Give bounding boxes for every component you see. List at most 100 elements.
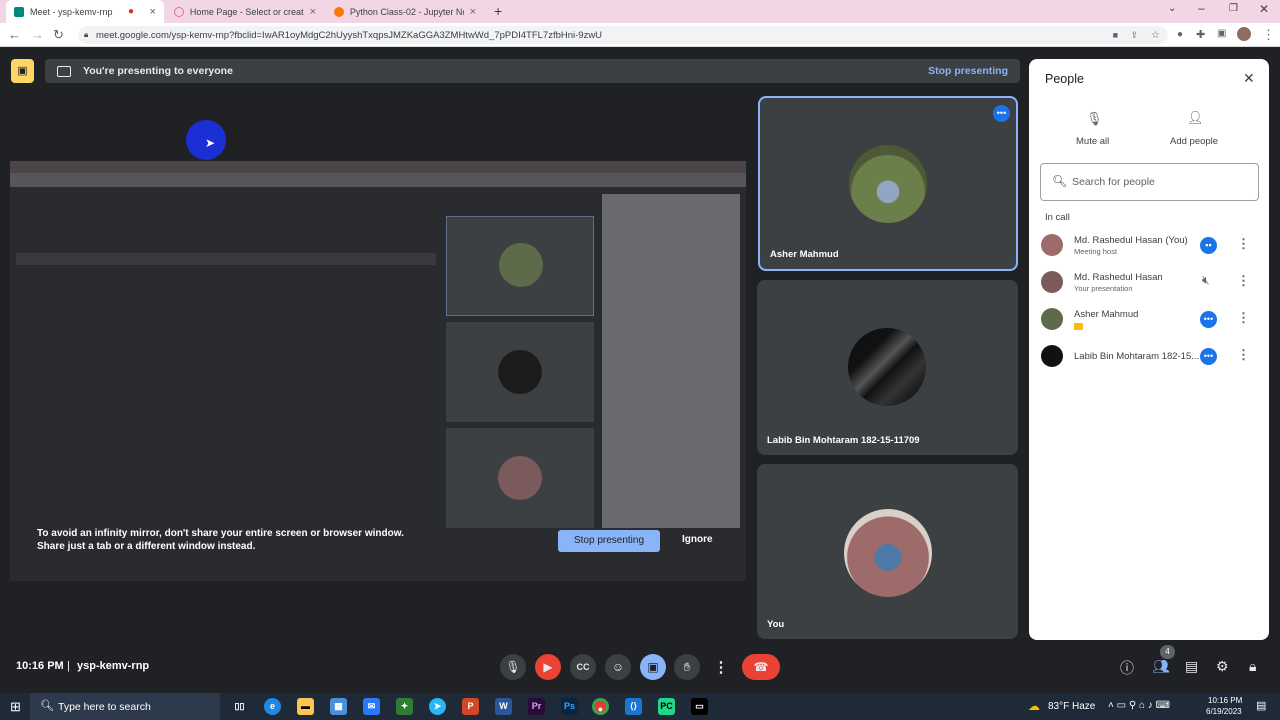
- more-options-button[interactable]: ⋮: [708, 654, 734, 680]
- notifications-icon[interactable]: ▤: [1256, 699, 1266, 712]
- participant-row[interactable]: Asher Mahmud ••• ⋮: [1041, 304, 1261, 338]
- tab-meet[interactable]: Meet - ysp-kemv-rnp ● ×: [6, 0, 164, 23]
- bookmark-star-icon[interactable]: ☆: [1151, 30, 1160, 41]
- minimize-icon[interactable]: –: [1198, 1, 1205, 15]
- chrome-icon[interactable]: ●: [592, 698, 609, 715]
- profile-avatar[interactable]: [1237, 27, 1251, 41]
- more-options-icon[interactable]: ⋮: [1237, 310, 1250, 326]
- clock-date[interactable]: 6/19/2023: [1206, 707, 1242, 716]
- new-tab-button[interactable]: +: [494, 3, 502, 19]
- host-controls-icon[interactable]: 🔒︎: [1249, 658, 1256, 675]
- close-tab-icon[interactable]: ×: [470, 6, 476, 18]
- more-options-icon[interactable]: ⋮: [1237, 236, 1250, 252]
- window-close-icon[interactable]: ✕: [1259, 2, 1269, 16]
- raise-hand-button[interactable]: ✋︎: [674, 654, 700, 680]
- search-icon: 🔍︎: [40, 700, 54, 712]
- tab-label: Meet - ysp-kemv-rnp: [30, 6, 113, 17]
- participant-tile-you[interactable]: You: [757, 464, 1018, 639]
- people-icon[interactable]: 👥︎: [1152, 658, 1170, 675]
- asher-avatar: [849, 145, 927, 223]
- chat-icon[interactable]: ▤: [1185, 658, 1198, 675]
- share-icon[interactable]: ⇪: [1130, 30, 1138, 41]
- telegram-icon[interactable]: ➤: [429, 698, 446, 715]
- word-icon[interactable]: W: [495, 698, 512, 715]
- microphone-icon: 🎙︎: [505, 660, 521, 674]
- activities-icon[interactable]: ⚙︎: [1216, 658, 1229, 675]
- participant-tile-asher[interactable]: ••• Asher Mahmud: [758, 96, 1018, 271]
- close-tab-icon[interactable]: ×: [310, 6, 316, 18]
- restore-icon[interactable]: ❐: [1229, 3, 1238, 14]
- close-tab-icon[interactable]: ×: [150, 6, 156, 18]
- browser-menu-icon[interactable]: ⋮: [1262, 27, 1275, 43]
- captions-button[interactable]: CC: [570, 654, 596, 680]
- terminal-icon[interactable]: ▭: [691, 698, 708, 715]
- tab-jupyter[interactable]: Python Class-02 - Jupyter Noteb ×: [326, 0, 484, 23]
- mouse-pointer-icon: ➤: [205, 136, 216, 150]
- participant-row[interactable]: Md. Rashedul Hasan Your presentation 🔇︎ …: [1041, 267, 1261, 301]
- tab-search-icon[interactable]: ⌄: [1168, 3, 1176, 14]
- taskbar-search-box[interactable]: 🔍︎ Type here to search: [30, 693, 220, 720]
- forward-icon[interactable]: →: [31, 27, 44, 42]
- stop-presenting-link[interactable]: Stop presenting: [928, 65, 1008, 77]
- mic-off-icon: 🔇︎: [1202, 273, 1210, 287]
- tab-home-page[interactable]: Home Page - Select or create a n ×: [166, 0, 324, 23]
- close-panel-icon[interactable]: ✕: [1243, 70, 1255, 87]
- vscode-icon[interactable]: ⟨⟩: [625, 698, 642, 715]
- puzzle-extensions-icon[interactable]: ✚: [1196, 28, 1205, 41]
- pycharm-icon[interactable]: PC: [658, 698, 675, 715]
- reactions-button[interactable]: ☺︎: [605, 654, 631, 680]
- participant-row[interactable]: Md. Rashedul Hasan (You) Meeting host ▪▪…: [1041, 230, 1261, 264]
- powerpoint-icon[interactable]: P: [462, 698, 479, 715]
- stop-presenting-button[interactable]: Stop presenting: [558, 530, 660, 552]
- url-field[interactable]: 🔒︎ meet.google.com/ysp-kemv-rnp?fbclid=I…: [78, 26, 1168, 44]
- more-actions-icon[interactable]: •••: [1200, 348, 1217, 365]
- task-view-icon[interactable]: ▯▯: [231, 698, 248, 715]
- mute-all-button[interactable]: Mute all: [1076, 136, 1109, 147]
- camera-off-button[interactable]: ▶︎: [535, 654, 561, 680]
- add-person-icon[interactable]: 👤︎: [1187, 110, 1204, 126]
- leave-call-button[interactable]: ☎︎: [742, 654, 780, 680]
- windows-start-icon[interactable]: ⊞: [10, 699, 21, 715]
- meeting-details-icon[interactable]: ⓘ: [1120, 658, 1134, 678]
- system-tray-icons[interactable]: ˄ ▭ ⚲ ⌂ ♪ ⌨: [1108, 700, 1170, 711]
- mute-all-icon[interactable]: 🎙︎: [1086, 111, 1103, 127]
- people-search-field[interactable]: 🔍︎ Search for people: [1040, 163, 1259, 201]
- presentation-indicator-icon[interactable]: ▣: [11, 59, 34, 83]
- participant-row[interactable]: Labib Bin Mohtaram 182-15... ••• ⋮: [1041, 341, 1261, 375]
- jupyter-favicon-icon: [334, 6, 344, 17]
- file-explorer-icon[interactable]: ▬: [297, 698, 314, 715]
- participant-avatar: [1041, 234, 1063, 256]
- mail-icon[interactable]: ✉︎: [363, 698, 380, 715]
- ignore-button[interactable]: Ignore: [682, 534, 713, 545]
- present-screen-icon: ▣: [647, 660, 659, 674]
- microphone-button[interactable]: 🎙︎: [500, 654, 526, 680]
- participant-tile-labib[interactable]: Labib Bin Mohtaram 182-15-11709: [757, 280, 1018, 455]
- more-actions-icon[interactable]: •••: [1200, 311, 1217, 328]
- people-panel: People ✕ 🎙︎ Mute all 👤︎ Add people 🔍︎ Se…: [1029, 59, 1269, 640]
- extension-icon[interactable]: ●: [1177, 29, 1183, 40]
- reload-icon[interactable]: ↻: [53, 27, 64, 43]
- camera-icon[interactable]: ■: [1113, 30, 1118, 40]
- photoshop-icon[interactable]: Ps: [561, 698, 578, 715]
- preview-bar: [16, 253, 436, 265]
- more-options-icon[interactable]: •••: [993, 105, 1010, 122]
- side-panel-icon[interactable]: ▣: [1217, 28, 1226, 39]
- back-icon[interactable]: ←: [8, 27, 21, 42]
- store-icon[interactable]: ▦: [330, 698, 347, 715]
- participant-name: Md. Rashedul Hasan (You): [1074, 235, 1188, 246]
- clock-time[interactable]: 10:16 PM: [1208, 696, 1242, 705]
- edge-icon[interactable]: e: [264, 698, 281, 715]
- premiere-icon[interactable]: Pr: [528, 698, 545, 715]
- preview-people-panel: [602, 194, 740, 528]
- more-options-icon[interactable]: ⋮: [1237, 347, 1250, 363]
- present-now-button[interactable]: ▣: [640, 654, 666, 680]
- meeting-time: 10:16 PM: [16, 660, 64, 672]
- captions-icon: CC: [576, 662, 590, 672]
- you-avatar: [844, 509, 932, 597]
- participant-avatar: [1041, 308, 1063, 330]
- participant-avatar: [1041, 271, 1063, 293]
- tab-label: Home Page - Select or create a n: [189, 6, 304, 17]
- more-options-icon[interactable]: ⋮: [1237, 273, 1250, 289]
- add-people-button[interactable]: Add people: [1170, 136, 1218, 147]
- app-green-icon[interactable]: ✦: [396, 698, 413, 715]
